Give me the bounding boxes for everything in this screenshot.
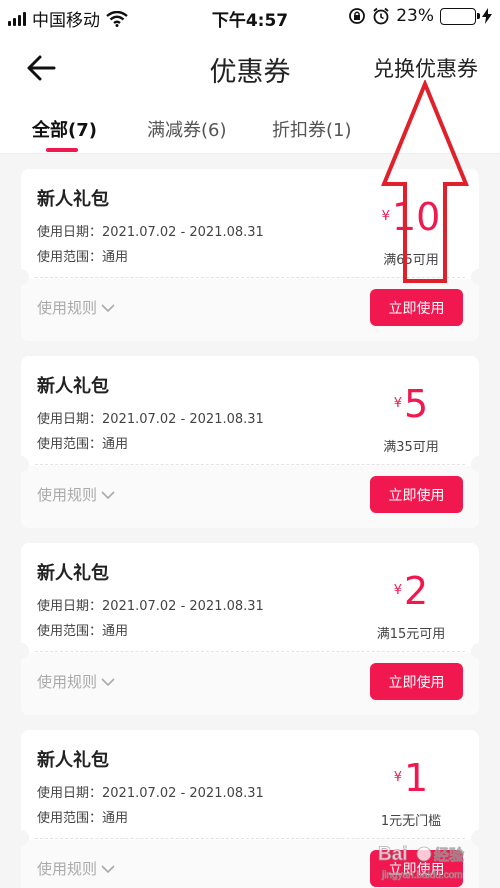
charging-icon [482,8,492,24]
usage-rules-label: 使用规则 [37,673,98,691]
coupon-card: 新人礼包 使用日期：2021.07.02 - 2021.08.31 使用范围：通… [13,169,487,341]
coupon-name: 新人礼包 [37,750,109,771]
coupon-divider [35,838,465,839]
ticket-notch [13,269,29,285]
tab-all[interactable]: 全部(7) [32,116,97,142]
use-now-button[interactable]: 立即使用 [370,476,463,513]
coupon-card: 新人礼包 使用日期：2021.07.02 - 2021.08.31 使用范围：通… [13,543,487,715]
usage-rules-toggle[interactable]: 使用规则 [37,671,115,692]
coupon-name: 新人礼包 [37,189,109,210]
coupon-card: 新人礼包 使用日期：2021.07.02 - 2021.08.31 使用范围：通… [13,730,487,888]
tab-full-reduction[interactable]: 满减券(6) [147,116,227,142]
status-right: 23% [348,6,492,26]
usage-rules-toggle[interactable]: 使用规则 [37,858,115,879]
coupon-name: 新人礼包 [37,376,109,397]
coupon-scope: 使用范围：通用 [37,624,129,639]
coupon-condition: 1元无门槛 [380,814,442,829]
use-now-button[interactable]: 立即使用 [370,850,463,887]
battery-percent: 23% [396,6,434,26]
coupon-tabs: 全部(7) 满减券(6) 折扣券(1) [0,100,500,154]
usage-rules-toggle[interactable]: 使用规则 [37,297,115,318]
alarm-icon [373,7,389,25]
coupon-card: 新人礼包 使用日期：2021.07.02 - 2021.08.31 使用范围：通… [13,356,487,528]
ticket-notch [471,643,487,659]
coupon-footer: 使用规则 立即使用 [21,466,479,528]
navigation-header: 优惠券 兑换优惠券 [0,34,500,100]
coupon-date: 使用日期：2021.07.02 - 2021.08.31 [37,225,264,240]
coupon-date: 使用日期：2021.07.02 - 2021.08.31 [37,599,264,614]
coupon-date: 使用日期：2021.07.02 - 2021.08.31 [37,786,264,801]
coupon-condition: 满15元可用 [376,627,446,642]
coupon-condition: 满35可用 [383,440,439,455]
coupon-footer: 使用规则 立即使用 [21,653,479,715]
usage-rules-label: 使用规则 [37,860,98,878]
coupon-divider [35,651,465,652]
ticket-notch [13,643,29,659]
coupon-amount: ¥1 [361,756,461,800]
tab-discount[interactable]: 折扣券(1) [272,116,352,142]
chevron-down-icon [101,864,115,873]
use-now-button[interactable]: 立即使用 [370,663,463,700]
ticket-notch [471,830,487,846]
battery-icon [440,7,480,25]
coupon-value: 2 [404,569,429,613]
coupon-amount: ¥2 [361,569,461,613]
use-now-button[interactable]: 立即使用 [370,289,463,326]
chevron-down-icon [101,677,115,686]
ticket-notch [471,269,487,285]
coupon-condition: 满65可用 [383,253,439,268]
coupon-scope: 使用范围：通用 [37,811,129,826]
chevron-down-icon [101,490,115,499]
status-bar: 中国移动 下午4:57 23% [0,0,500,34]
arrow-left-icon [27,55,56,81]
coupon-divider [35,277,465,278]
coupon-value: 1 [404,756,429,800]
usage-rules-label: 使用规则 [37,486,98,504]
coupon-scope: 使用范围：通用 [37,250,129,265]
ticket-notch [13,456,29,472]
coupon-value: 5 [404,382,429,426]
back-button[interactable] [22,48,62,88]
currency-symbol: ¥ [381,209,390,224]
usage-rules-label: 使用规则 [37,299,98,317]
redeem-coupon-link[interactable]: 兑换优惠券 [373,53,478,83]
rotation-lock-icon [349,8,366,24]
ticket-notch [13,830,29,846]
coupon-footer: 使用规则 立即使用 [21,840,479,888]
coupon-name: 新人礼包 [37,563,109,584]
coupon-divider [35,464,465,465]
currency-symbol: ¥ [393,770,403,785]
coupon-footer: 使用规则 立即使用 [21,279,479,341]
currency-symbol: ¥ [393,396,403,411]
coupon-date: 使用日期：2021.07.02 - 2021.08.31 [37,412,264,427]
usage-rules-toggle[interactable]: 使用规则 [37,484,115,505]
ticket-notch [471,456,487,472]
coupon-amount: ¥10 [361,195,461,239]
active-tab-indicator [46,148,78,152]
coupon-amount: ¥5 [361,382,461,426]
coupon-value: 10 [391,195,441,239]
coupon-scope: 使用范围：通用 [37,437,129,452]
chevron-down-icon [101,303,115,312]
currency-symbol: ¥ [393,583,403,598]
